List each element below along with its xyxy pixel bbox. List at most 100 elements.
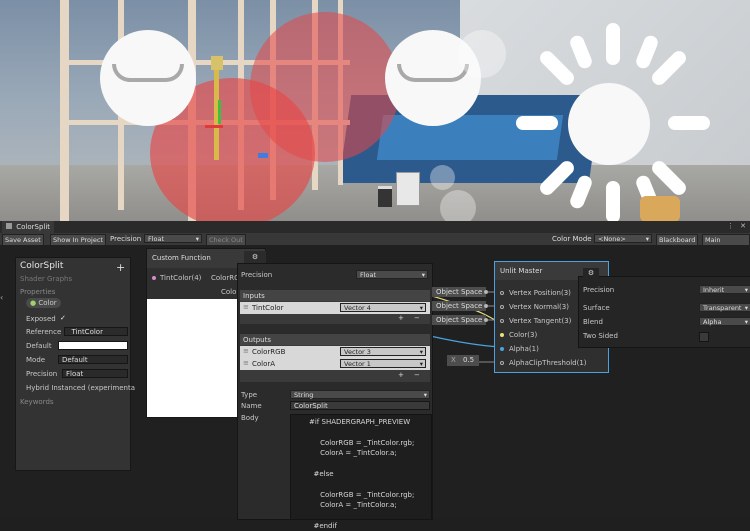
inputs-header: Inputs: [240, 290, 430, 301]
alpha-clip-threshold-port[interactable]: [500, 361, 504, 365]
color-mode-dropdown[interactable]: <None>: [594, 234, 652, 244]
precision-label: Precision: [26, 370, 58, 378]
probe-gizmo-faint: [430, 165, 455, 190]
function-name-field[interactable]: ColorSplit: [290, 401, 430, 410]
drag-handle-icon[interactable]: ≡: [243, 347, 249, 355]
precision-label: Precision: [110, 235, 142, 243]
frame-post: [60, 0, 69, 222]
gizmo-y-axis: [218, 100, 221, 124]
precision-dropdown[interactable]: Float: [144, 234, 202, 244]
blend-dropdown[interactable]: Alpha: [699, 317, 750, 327]
alpha-clip-input[interactable]: X 0.5: [447, 355, 479, 366]
gear-icon[interactable]: ⚙: [244, 251, 266, 263]
property-name: Color: [38, 299, 57, 307]
menu-icon[interactable]: ⋮: [727, 222, 734, 230]
object-space-input-tangent[interactable]: Object Space: [432, 315, 487, 325]
reference-field[interactable]: _TintColor: [64, 327, 128, 336]
probe-gizmo-faint: [440, 190, 476, 222]
vertex-position-port[interactable]: [500, 291, 504, 295]
scene-prop-box: [640, 196, 680, 222]
object-space-port[interactable]: [484, 318, 488, 322]
inputs-list: Inputs ≡ TintColor Vector 4 + −: [240, 290, 430, 324]
mode-dropdown[interactable]: Default: [58, 355, 128, 364]
output-type-dropdown[interactable]: Vector 3: [340, 347, 426, 357]
sun-icon: [516, 23, 710, 222]
output-name[interactable]: ColorRGB: [252, 348, 285, 356]
body-code-editor[interactable]: #if SHADERGRAPH_PREVIEW ColorRGB = _Tint…: [290, 414, 432, 530]
exposed-checkbox[interactable]: ✓: [60, 314, 66, 322]
property-pill[interactable]: ● Color: [26, 298, 61, 308]
property-precision-dropdown[interactable]: Float: [62, 369, 128, 378]
object-space-port[interactable]: [484, 290, 488, 294]
body-code[interactable]: #if SHADERGRAPH_PREVIEW ColorRGB = _Tint…: [309, 417, 414, 531]
paint-bucket: [396, 172, 420, 206]
input-row[interactable]: ≡ TintColor Vector 4: [240, 302, 430, 314]
tripod-head: [211, 56, 223, 70]
vertex-tangent-port[interactable]: [500, 319, 504, 323]
add-output-button[interactable]: +: [398, 371, 404, 379]
graph-canvas[interactable]: ColorSplit + Shader Graphs Properties ● …: [0, 245, 750, 530]
node-title: Custom Function: [152, 254, 211, 262]
input-name[interactable]: TintColor: [252, 304, 283, 312]
blackboard-subtitle: Shader Graphs: [20, 275, 73, 283]
light-gizmo-red: [250, 12, 400, 162]
hybrid-instanced-label[interactable]: Hybrid Instanced (experimenta: [26, 384, 135, 392]
collapse-arrow-icon[interactable]: ‹: [0, 293, 3, 302]
drag-handle-icon[interactable]: ≡: [243, 359, 249, 367]
property-dot-icon: ●: [30, 299, 37, 307]
type-label: Type: [241, 391, 258, 399]
object-space-input-position[interactable]: Object Space: [432, 287, 487, 297]
properties-header: Properties: [20, 288, 56, 296]
type-dropdown[interactable]: String: [290, 390, 430, 400]
custom-precision-dropdown[interactable]: Float: [356, 270, 428, 280]
master-precision-dropdown[interactable]: Inherit: [699, 285, 750, 295]
custom-function-settings: ⚙ Precision Float Inputs ≡ TintColor Vec…: [237, 251, 433, 530]
object-space-port[interactable]: [484, 304, 488, 308]
object-space-input-normal[interactable]: Object Space: [432, 301, 487, 311]
remove-input-button[interactable]: −: [414, 314, 420, 322]
input-port-tintcolor[interactable]: [152, 276, 156, 280]
surface-dropdown[interactable]: Transparent: [699, 303, 750, 313]
drag-handle-icon[interactable]: ≡: [243, 303, 249, 311]
vertex-normal-port[interactable]: [500, 305, 504, 309]
precision-label: Precision: [241, 271, 273, 279]
output-row[interactable]: ≡ ColorA Vector 1: [240, 358, 430, 370]
output-row[interactable]: ≡ ColorRGB Vector 3: [240, 346, 430, 358]
window-tab[interactable]: ColorSplit: [2, 221, 55, 233]
close-icon[interactable]: ✕: [740, 222, 746, 230]
outputs-list: Outputs ≡ ColorRGB Vector 3 ≡ ColorA Vec…: [240, 334, 430, 382]
output-name[interactable]: ColorA: [252, 360, 275, 368]
keywords-header: Keywords: [20, 398, 54, 406]
master-settings-panel: ⚙ Precision Inherit Surface Transparent …: [578, 268, 750, 348]
paint-can: [378, 186, 392, 207]
probe-gizmo-faint: [458, 30, 506, 78]
add-input-button[interactable]: +: [398, 314, 404, 322]
scene-view[interactable]: [0, 0, 750, 222]
color-mode-label: Color Mode: [552, 235, 592, 243]
node-preview: [147, 299, 237, 417]
input-type-dropdown[interactable]: Vector 4: [340, 303, 426, 313]
add-property-button[interactable]: +: [116, 261, 125, 274]
alpha-port[interactable]: [500, 347, 504, 351]
default-label: Default: [26, 342, 52, 350]
gear-icon[interactable]: ⚙: [583, 268, 599, 278]
tab-title: ColorSplit: [16, 223, 51, 231]
default-color-swatch[interactable]: [58, 341, 128, 350]
master-node-title: Unlit Master: [500, 267, 543, 275]
outputs-header: Outputs: [240, 334, 430, 345]
input-port-label: TintColor(4): [160, 274, 202, 282]
gizmo-z-axis: [258, 153, 268, 158]
color-port[interactable]: [500, 333, 504, 337]
blackboard-title: ColorSplit: [20, 261, 64, 271]
output-type-dropdown[interactable]: Vector 1: [340, 359, 426, 369]
mode-label: Mode: [26, 356, 46, 364]
name-label: Name: [241, 402, 262, 410]
shader-graph-icon: [6, 223, 12, 229]
gizmo-x-axis: [205, 125, 223, 128]
exposed-label: Exposed: [26, 315, 56, 323]
reflection-probe-gizmo: [100, 30, 196, 126]
blackboard-panel: ColorSplit + Shader Graphs Properties ● …: [15, 257, 135, 471]
two-sided-checkbox[interactable]: [699, 332, 709, 342]
reference-label: Reference: [26, 328, 62, 336]
remove-output-button[interactable]: −: [414, 371, 420, 379]
